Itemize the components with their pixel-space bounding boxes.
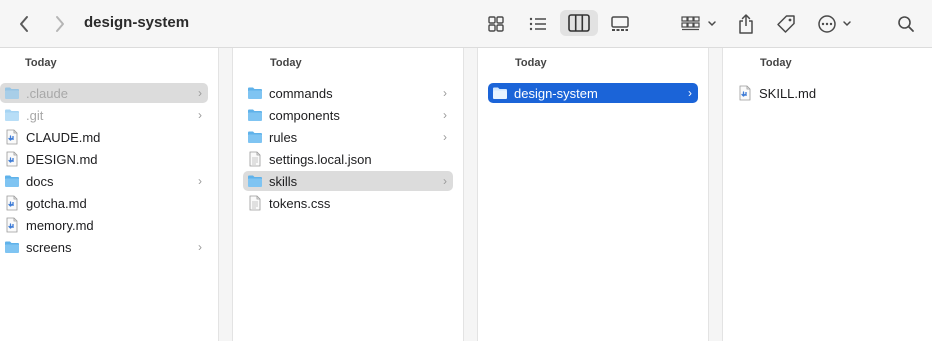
document-icon <box>249 151 261 167</box>
disclosure-chevron-icon: › <box>198 240 202 254</box>
folder-icon <box>248 131 262 143</box>
folder-row[interactable]: design-system › <box>488 83 698 103</box>
item-name: SKILL.md <box>759 85 817 101</box>
column-divider[interactable] <box>218 48 233 341</box>
folder-icon <box>493 87 507 99</box>
browser-column: Today .claude › .git › CLAUDE.md DESIGN.md doc… <box>0 48 218 341</box>
file-row[interactable]: settings.local.json <box>243 149 453 169</box>
folder-row[interactable]: commands › <box>243 83 453 103</box>
markdown-file-icon <box>739 85 751 101</box>
more-button[interactable] <box>814 0 856 48</box>
item-name: gotcha.md <box>26 195 87 211</box>
column-view-button[interactable] <box>560 10 598 36</box>
folder-row[interactable]: screens › <box>0 237 208 257</box>
markdown-file-icon <box>6 217 18 233</box>
disclosure-chevron-icon: › <box>443 130 447 144</box>
item-name: components <box>269 107 340 123</box>
more-icon <box>818 15 851 33</box>
folder-icon <box>5 175 19 187</box>
search-icon <box>898 16 914 32</box>
item-name: .git <box>26 107 44 123</box>
column-header: Today <box>270 57 302 69</box>
item-name: .claude <box>26 85 68 101</box>
icon-view-button[interactable] <box>484 0 508 48</box>
disclosure-chevron-icon: › <box>198 108 202 122</box>
disclosure-chevron-icon: › <box>443 86 447 100</box>
folder-row[interactable]: rules › <box>243 127 453 147</box>
share-icon <box>739 14 753 34</box>
folder-icon <box>248 109 262 121</box>
disclosure-chevron-icon: › <box>443 108 447 122</box>
column-divider[interactable] <box>708 48 723 341</box>
disclosure-chevron-icon: › <box>443 174 447 188</box>
browser-column: Today design-system › <box>478 48 708 341</box>
markdown-file-icon <box>6 151 18 167</box>
file-row[interactable]: SKILL.md <box>733 83 923 103</box>
icon-view-icon <box>488 16 504 32</box>
markdown-file-icon <box>6 129 18 145</box>
search-button[interactable] <box>894 0 918 48</box>
folder-row[interactable]: .git › <box>0 105 208 125</box>
back-button[interactable] <box>12 0 36 48</box>
disclosure-chevron-icon: › <box>198 174 202 188</box>
item-name: tokens.css <box>269 195 331 211</box>
item-name: design-system <box>514 85 598 101</box>
chevron-left-icon <box>20 16 28 32</box>
item-name: docs <box>26 173 54 189</box>
folder-icon <box>248 87 262 99</box>
folder-icon <box>5 87 19 99</box>
item-name: CLAUDE.md <box>26 129 101 145</box>
share-button[interactable] <box>734 0 758 48</box>
browser-column: Today SKILL.md <box>723 48 932 341</box>
disclosure-chevron-icon: › <box>688 86 692 100</box>
list-view-icon <box>529 17 546 31</box>
file-row[interactable]: CLAUDE.md <box>0 127 208 147</box>
item-name: screens <box>26 239 72 255</box>
folder-icon <box>5 241 19 253</box>
item-name: memory.md <box>26 217 94 233</box>
file-row[interactable]: gotcha.md <box>0 193 208 213</box>
folder-icon <box>248 175 262 187</box>
gallery-view-icon <box>611 16 629 31</box>
chevron-right-icon <box>56 16 64 32</box>
item-name: skills <box>269 173 298 189</box>
column-header: Today <box>760 57 792 69</box>
folder-row[interactable]: docs › <box>0 171 208 191</box>
item-name: settings.local.json <box>269 151 372 167</box>
column-header: Today <box>25 57 57 69</box>
disclosure-chevron-icon: › <box>198 86 202 100</box>
item-name: DESIGN.md <box>26 151 98 167</box>
gallery-view-button[interactable] <box>608 0 632 48</box>
column-divider[interactable] <box>463 48 478 341</box>
file-row[interactable]: memory.md <box>0 215 208 235</box>
toolbar: design-system <box>0 0 932 48</box>
window-title: design-system <box>84 14 190 31</box>
folder-row[interactable]: .claude › <box>0 83 208 103</box>
tag-icon <box>777 15 795 33</box>
file-row[interactable]: DESIGN.md <box>0 149 208 169</box>
tag-button[interactable] <box>774 0 798 48</box>
column-view-icon <box>568 14 590 32</box>
document-icon <box>249 195 261 211</box>
group-icon <box>681 16 716 31</box>
folder-row[interactable]: components › <box>243 105 453 125</box>
forward-button[interactable] <box>48 0 72 48</box>
browser-column: Today commands › components › rules › settings… <box>233 48 463 341</box>
folder-row[interactable]: skills › <box>243 171 453 191</box>
column-header: Today <box>515 57 547 69</box>
item-name: rules <box>269 129 298 145</box>
markdown-file-icon <box>6 195 18 211</box>
file-row[interactable]: tokens.css <box>243 193 453 213</box>
group-button[interactable] <box>678 0 720 48</box>
item-name: commands <box>269 85 333 101</box>
list-view-button[interactable] <box>526 0 550 48</box>
folder-icon <box>5 109 19 121</box>
